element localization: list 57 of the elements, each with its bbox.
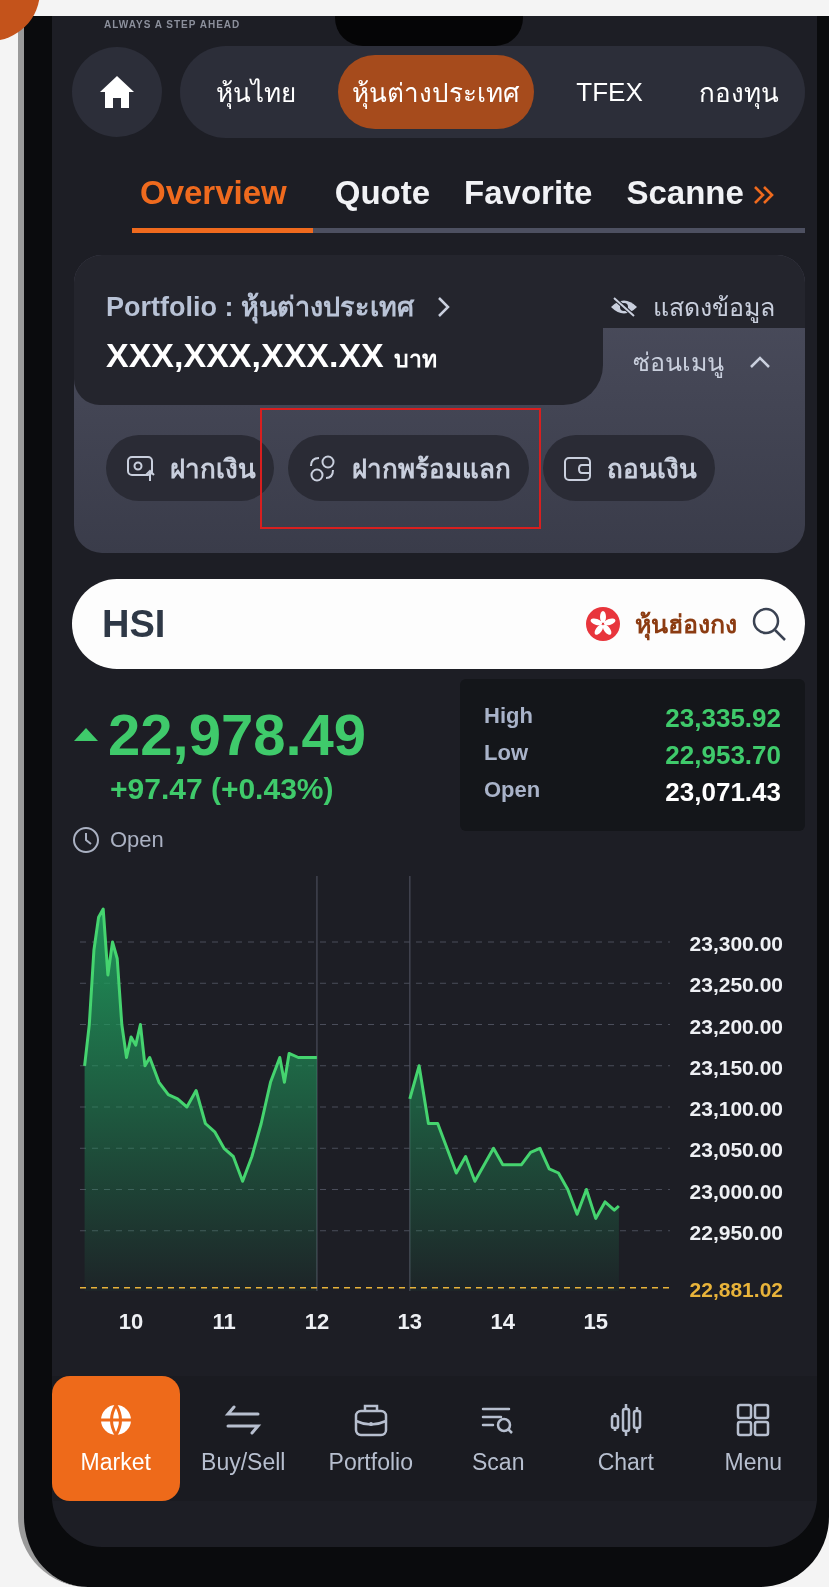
- axis-label: 12: [304, 1309, 330, 1334]
- portfolio-value: XXX,XXX,XXX.XX: [106, 336, 384, 375]
- nav-tab[interactable]: Buy/Sell: [179, 1376, 307, 1501]
- nav-tab[interactable]: Portfolio: [307, 1376, 435, 1501]
- stat-value: 23,335.92: [665, 702, 781, 734]
- action-button[interactable]: ฝากพร้อมแลก: [288, 435, 529, 501]
- axis-label: 23,300.00: [689, 932, 783, 955]
- category-tab[interactable]: กองทุน: [684, 55, 793, 129]
- category-tab[interactable]: หุ้นต่างประเทศ: [338, 55, 535, 129]
- currency-label: บาท: [393, 345, 437, 374]
- axis-label: 11: [212, 1309, 236, 1334]
- axis-label: 23,200.00: [689, 1014, 783, 1038]
- hide-menu-toggle[interactable]: ซ่อนเมนู: [603, 342, 772, 382]
- axis-label: 22,950.00: [689, 1220, 783, 1244]
- axis-label: 23,150.00: [689, 1055, 783, 1079]
- stat-value: 22,953.70: [665, 739, 781, 771]
- portfolio-title[interactable]: Portfolio : หุ้นต่างประเทศ: [106, 285, 414, 328]
- market-label: หุ้นฮ่องกง: [635, 604, 737, 644]
- axis-label: 23,250.00: [689, 973, 783, 997]
- nav-tab[interactable]: Chart: [562, 1376, 690, 1501]
- stat-label: Low: [484, 739, 529, 767]
- action-button[interactable]: ถอนเงิน: [543, 435, 715, 501]
- nav-tab[interactable]: Scan: [434, 1376, 562, 1501]
- axis-label: 23,050.00: [689, 1138, 783, 1162]
- search-field[interactable]: HSI หุ้นฮ่องกง: [72, 579, 805, 669]
- session-status: Open: [110, 827, 164, 853]
- search-icon[interactable]: [751, 606, 787, 642]
- index-price: 22,978.49: [108, 701, 367, 768]
- action-button[interactable]: ฝากเงิน: [106, 435, 274, 501]
- category-tab[interactable]: TFEX: [562, 55, 657, 129]
- stat-label: High: [484, 702, 534, 730]
- sub-tab[interactable]: Quote: [322, 174, 443, 233]
- sub-tab[interactable]: Favorite: [452, 174, 605, 233]
- axis-label: 15: [583, 1309, 608, 1334]
- brand-tagline: ALWAYS A STEP AHEAD: [104, 19, 241, 30]
- axis-label: 10: [118, 1309, 144, 1334]
- chevron-right-icon[interactable]: [436, 294, 452, 319]
- card-arrow-icon: [126, 454, 156, 482]
- show-data-button[interactable]: แสดงข้อมูล: [609, 286, 775, 327]
- price-change: +97.47 (+0.43%): [110, 772, 335, 806]
- wallet-icon: [563, 454, 593, 482]
- axis-label: 23,000.00: [689, 1179, 783, 1203]
- nav-tab[interactable]: Menu: [689, 1376, 817, 1501]
- sub-tab[interactable]: Scanne: [614, 174, 756, 233]
- reference-value: 22,881.02: [689, 1277, 783, 1301]
- flag-icon: [585, 606, 621, 642]
- category-tab[interactable]: หุ้นไทย: [202, 55, 310, 129]
- stat-label: Open: [484, 776, 541, 804]
- double-chevron-icon[interactable]: [751, 184, 776, 206]
- axis-label: 14: [490, 1309, 515, 1334]
- eye-slash-icon: [609, 295, 639, 318]
- sub-tab[interactable]: Overview: [132, 174, 313, 233]
- axis-label: 13: [397, 1309, 423, 1334]
- stat-value: 23,071.43: [665, 776, 781, 808]
- clock-icon: [72, 826, 100, 854]
- axis-label: 23,100.00: [689, 1097, 783, 1120]
- home-icon: [98, 74, 136, 110]
